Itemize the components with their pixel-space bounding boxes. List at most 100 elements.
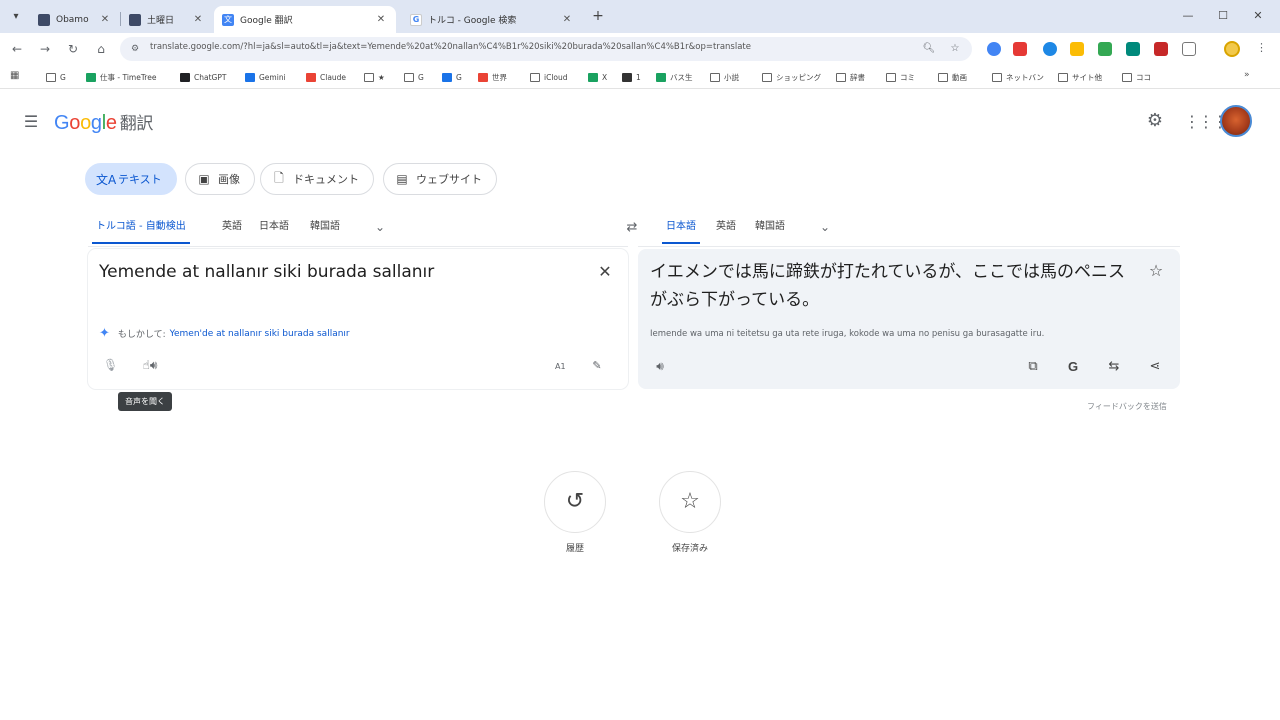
account-avatar[interactable] — [1220, 105, 1252, 137]
target-lang-japanese[interactable]: 日本語 — [662, 212, 700, 244]
bookmark-item[interactable]: ココ — [1122, 71, 1151, 84]
bookmark-item[interactable]: G — [404, 71, 424, 84]
tab-obamo[interactable]: Obamo ✕ — [30, 6, 120, 33]
google-translate-logo[interactable]: Google 翻訳 — [54, 109, 153, 135]
bookmark-item[interactable]: ChatGPT — [180, 71, 226, 84]
bookmark-item[interactable]: Gemini — [245, 71, 286, 84]
browser-menu-icon[interactable]: ⋮ — [1256, 41, 1267, 54]
back-icon[interactable]: ← — [8, 40, 26, 58]
send-feedback-link[interactable]: フィードバックを送信 — [1087, 401, 1167, 412]
chevron-down-icon[interactable]: ⌄ — [371, 218, 389, 236]
extensions-puzzle-icon[interactable] — [1182, 42, 1196, 56]
more-bookmarks-icon[interactable]: » — [1244, 70, 1250, 80]
history-button[interactable]: ↺ — [544, 471, 606, 533]
bookmark-label: 世界 — [492, 73, 507, 82]
bookmark-item[interactable]: 辞書 — [836, 71, 865, 84]
google-search-g-icon[interactable]: G — [1062, 357, 1084, 377]
target-lang-english[interactable]: 英語 — [712, 212, 740, 244]
extension-icon[interactable] — [1070, 42, 1084, 56]
bookmark-item[interactable]: G — [46, 71, 66, 84]
mode-text-button[interactable]: 文A テキスト — [85, 163, 177, 195]
bookmark-item[interactable]: 世界 — [478, 71, 507, 84]
navigation-bar: ← → ↻ ⌂ ⚙ translate.google.com/?hl=ja&sl… — [0, 33, 1280, 65]
bookmark-item[interactable]: ★ — [364, 71, 385, 84]
close-icon[interactable]: ✕ — [191, 14, 205, 25]
reload-icon[interactable]: ↻ — [64, 40, 82, 58]
home-icon[interactable]: ⌂ — [92, 40, 110, 58]
source-textarea[interactable]: Yemende at nallanır siki burada sallanır — [99, 262, 434, 282]
bookmark-item[interactable]: 1 — [622, 71, 641, 84]
page-scrollbar[interactable] — [1272, 90, 1280, 720]
mode-label: ドキュメント — [293, 173, 359, 186]
close-icon[interactable]: ✕ — [374, 14, 388, 25]
copy-icon[interactable]: ⧉ — [1022, 357, 1044, 377]
bookmark-label: ショッピング — [776, 73, 821, 82]
bookmark-item[interactable]: X — [588, 71, 607, 84]
bookmark-label: 小説 — [724, 73, 739, 82]
google-apps-icon[interactable]: ⋮⋮⋮ — [1184, 111, 1228, 133]
bookmark-star-icon[interactable]: ☆ — [948, 42, 962, 56]
bookmark-item[interactable]: 仕事 - TimeTree — [86, 71, 156, 84]
source-lang-detect[interactable]: トルコ語 - 自動検出 — [92, 212, 190, 244]
apps-grid-icon[interactable]: ▦ — [10, 70, 19, 81]
bookmark-label: Gemini — [259, 73, 286, 82]
source-lang-english[interactable]: 英語 — [218, 212, 246, 244]
tab-google-search[interactable]: G トルコ - Google 検索 ✕ — [402, 6, 582, 33]
saved-button[interactable]: ☆ — [659, 471, 721, 533]
minimize-icon[interactable]: — — [1178, 8, 1198, 24]
extension-icon[interactable] — [1043, 42, 1057, 56]
clear-text-icon[interactable]: ✕ — [595, 262, 615, 282]
bookmark-item[interactable]: ネットバン — [992, 71, 1044, 84]
microphone-icon[interactable]: 🎙︎ — [103, 358, 118, 376]
maximize-icon[interactable]: ☐ — [1213, 8, 1233, 24]
share-icon[interactable]: ⋖ — [1144, 357, 1166, 377]
extension-icon[interactable] — [1154, 42, 1168, 56]
chevron-down-icon[interactable]: ⌄ — [816, 218, 834, 236]
image-icon: ▣ — [198, 172, 210, 186]
save-translation-star-icon[interactable]: ☆ — [1146, 261, 1166, 281]
bookmark-item[interactable]: Claude — [306, 71, 346, 84]
mode-website-button[interactable]: ▤ ウェブサイト — [383, 163, 497, 195]
bookmark-item[interactable]: バス生 — [656, 71, 693, 84]
rate-translation-icon[interactable]: ⇆ — [1103, 357, 1125, 377]
folder-icon — [364, 73, 374, 82]
tab-saturday[interactable]: 土曜日 ✕ — [121, 6, 213, 33]
close-icon[interactable]: ✕ — [98, 14, 112, 25]
bookmark-label: ネットバン — [1006, 73, 1044, 82]
extension-icon[interactable] — [1098, 42, 1112, 56]
timetree-icon — [86, 73, 96, 82]
close-icon[interactable]: ✕ — [560, 14, 574, 25]
tab-google-translate[interactable]: 文 Google 翻訳 ✕ — [214, 6, 396, 33]
target-lang-korean[interactable]: 韓国語 — [751, 212, 789, 244]
tab-search-icon[interactable]: ▾ — [6, 7, 26, 27]
mode-image-button[interactable]: ▣ 画像 — [185, 163, 255, 195]
bookmark-label: 1 — [636, 73, 641, 82]
bookmark-item[interactable]: iCloud — [530, 71, 568, 84]
new-tab-button[interactable]: + — [590, 7, 606, 25]
bookmark-item[interactable]: 小説 — [710, 71, 739, 84]
listen-speaker-icon[interactable]: 🔊︎ — [650, 359, 670, 377]
bookmark-item[interactable]: 動画 — [938, 71, 967, 84]
source-lang-japanese[interactable]: 日本語 — [255, 212, 293, 244]
extension-icon[interactable] — [1013, 42, 1027, 56]
hamburger-menu-icon[interactable]: ☰ — [20, 111, 42, 133]
address-bar[interactable]: ⚙ translate.google.com/?hl=ja&sl=auto&tl… — [120, 37, 972, 61]
zoom-icon[interactable]: 🔍︎ — [922, 42, 936, 56]
forward-icon[interactable]: → — [36, 40, 54, 58]
site-info-icon[interactable]: ⚙ — [128, 42, 142, 56]
swap-languages-icon[interactable]: ⇄ — [621, 218, 643, 238]
settings-gear-icon[interactable]: ⚙ — [1144, 110, 1166, 132]
extension-icon[interactable] — [987, 42, 1001, 56]
extension-icon[interactable] — [1126, 42, 1140, 56]
bookmark-item[interactable]: ショッピング — [762, 71, 821, 84]
mode-document-button[interactable]: 🗋 ドキュメント — [260, 163, 374, 195]
bookmark-item[interactable]: サイト他 — [1058, 71, 1102, 84]
browser-profile-icon[interactable] — [1224, 41, 1240, 57]
handwriting-pen-icon[interactable]: ✎ — [589, 359, 605, 375]
close-window-icon[interactable]: ✕ — [1248, 8, 1268, 24]
suggestion-link[interactable]: Yemen'de at nallanır siki burada sallanı… — [170, 329, 350, 339]
bookmark-item[interactable]: コミ — [886, 71, 915, 84]
listen-speaker-icon[interactable]: ☝🔊︎ — [137, 358, 163, 376]
source-lang-korean[interactable]: 韓国語 — [306, 212, 344, 244]
bookmark-item[interactable]: G — [442, 71, 462, 84]
